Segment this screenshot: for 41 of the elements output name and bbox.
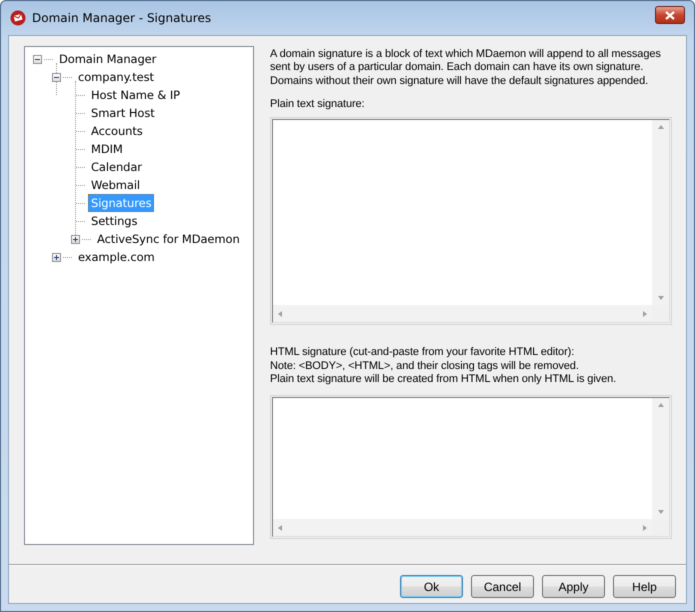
- vertical-scrollbar[interactable]: [652, 398, 669, 520]
- tree-item[interactable]: company.test: [75, 68, 157, 86]
- collapse-icon[interactable]: [52, 72, 61, 82]
- window-title: Domain Manager - Signatures: [32, 11, 212, 25]
- dialog-button[interactable]: Ok: [400, 575, 463, 598]
- tree-item[interactable]: Settings: [88, 212, 140, 230]
- tree-item[interactable]: Host Name & IP: [88, 86, 183, 104]
- scroll-right-icon[interactable]: [643, 524, 647, 531]
- text-area[interactable]: [272, 397, 670, 538]
- scroll-left-icon[interactable]: [278, 310, 282, 317]
- horizontal-scrollbar[interactable]: [273, 519, 652, 536]
- tree-item[interactable]: Webmail: [88, 176, 144, 194]
- scroll-up-icon[interactable]: [658, 403, 664, 408]
- horizontal-scrollbar[interactable]: [273, 305, 652, 322]
- scroll-up-icon[interactable]: [658, 125, 664, 130]
- close-icon: [665, 10, 675, 20]
- expand-icon[interactable]: [71, 234, 80, 244]
- field-label: Note: <BODY>, <HTML>, and their closing tags will be removed.: [270, 360, 579, 374]
- collapse-icon[interactable]: [33, 54, 42, 64]
- tree-item[interactable]: MDIM: [88, 140, 126, 158]
- dialog-button[interactable]: Apply: [542, 575, 605, 598]
- tree-item[interactable]: Domain Manager: [56, 50, 160, 68]
- tree-item[interactable]: Smart Host: [88, 104, 158, 122]
- app-logo-icon: [10, 10, 26, 26]
- tree-item[interactable]: Accounts: [88, 122, 146, 140]
- field-label: Plain text signature will be created from HTML when only HTML is given.: [270, 373, 616, 386]
- tree-item[interactable]: ActiveSync for MDaemon: [94, 230, 243, 248]
- expand-icon[interactable]: [52, 252, 61, 262]
- tree-item[interactable]: example.com: [75, 248, 158, 266]
- field-label: Plain text signature:: [270, 98, 366, 110]
- scroll-down-icon[interactable]: [658, 510, 664, 514]
- scroll-left-icon[interactable]: [278, 524, 282, 531]
- close-button[interactable]: [655, 6, 685, 24]
- scroll-down-icon[interactable]: [658, 296, 664, 300]
- dialog-button[interactable]: Help: [613, 575, 676, 598]
- tree-item[interactable]: Calendar: [88, 158, 145, 176]
- field-label: HTML signature (cut-and-paste from your favorite HTML editor):: [270, 346, 574, 360]
- description-text: A domain signature is a block of text which MDaemon will append to all messages sent by users of a particular domain. Each domain can have its own signature. Domains without their own signature will have the default signatures appended.: [270, 48, 662, 88]
- vertical-scrollbar[interactable]: [652, 120, 669, 306]
- scroll-right-icon[interactable]: [643, 310, 647, 317]
- dialog-button[interactable]: Cancel: [471, 575, 534, 598]
